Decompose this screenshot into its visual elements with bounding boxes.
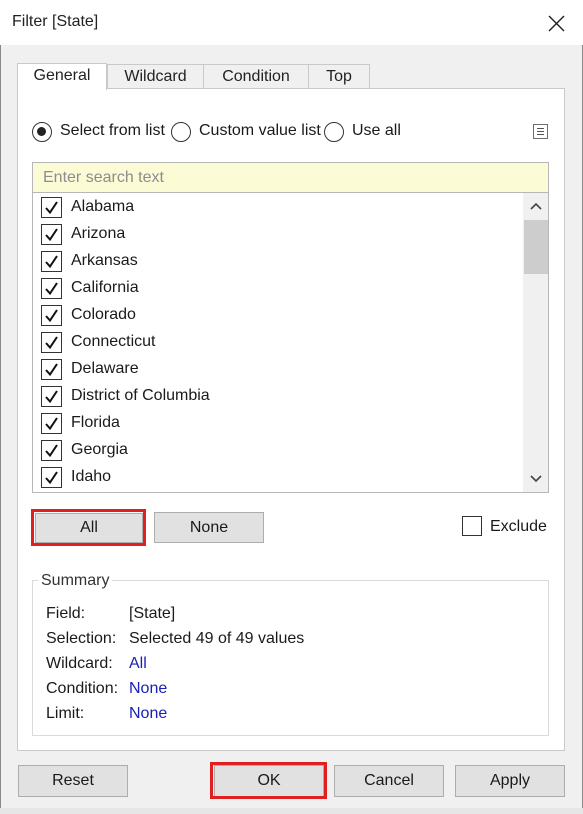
item-checkbox[interactable]	[41, 278, 62, 299]
list-scrollbar[interactable]	[523, 193, 548, 492]
tab-wildcard[interactable]: Wildcard	[107, 64, 204, 89]
checkmark-icon	[45, 336, 58, 350]
list-item[interactable]: California	[33, 275, 521, 302]
radio-use-all[interactable]: Use all	[324, 121, 404, 143]
item-label: California	[71, 279, 139, 296]
summary-selection-value: Selected 49 of 49 values	[129, 630, 305, 647]
checkmark-icon	[45, 390, 58, 404]
radio-select-from-list[interactable]: Select from list	[32, 121, 170, 143]
tab-top[interactable]: Top	[308, 64, 370, 89]
checkmark-icon	[45, 201, 58, 215]
checkmark-icon	[45, 471, 58, 485]
list-item[interactable]: Florida	[33, 410, 521, 437]
summary-field-value: [State]	[129, 605, 176, 622]
checkmark-icon	[45, 255, 58, 269]
item-label: Connecticut	[71, 333, 156, 350]
apply-button[interactable]: Apply	[455, 765, 565, 797]
scroll-up-button[interactable]	[523, 193, 548, 219]
list-item[interactable]: District of Columbia	[33, 383, 521, 410]
scroll-thumb[interactable]	[524, 220, 548, 274]
checkmark-icon	[45, 309, 58, 323]
item-label: Arizona	[71, 225, 126, 242]
summary-title: Summary	[38, 572, 113, 590]
cancel-button[interactable]: Cancel	[334, 765, 444, 797]
state-list: Alabama Arizona Arkansas California Colo…	[32, 193, 549, 493]
radio-label: Use all	[352, 122, 401, 139]
summary-limit-link[interactable]: None	[129, 705, 167, 723]
summary-limit-key: Limit:	[46, 705, 85, 722]
list-item[interactable]: Delaware	[33, 356, 521, 383]
summary-selection-key: Selection:	[46, 630, 117, 647]
close-button[interactable]	[540, 8, 572, 38]
window-title: Filter [State]	[12, 13, 99, 30]
summary-condition-link[interactable]: None	[129, 680, 167, 698]
checkmark-icon	[45, 228, 58, 242]
checkmark-icon	[45, 417, 58, 431]
list-item[interactable]: Arizona	[33, 221, 521, 248]
radio-indicator	[171, 122, 191, 142]
item-label: Arkansas	[71, 252, 138, 269]
search-input[interactable]	[32, 162, 549, 193]
item-checkbox[interactable]	[41, 386, 62, 407]
chevron-down-icon	[530, 475, 542, 483]
all-button[interactable]: All	[35, 513, 143, 543]
radio-selected-indicator	[32, 122, 52, 142]
summary-wildcard-link[interactable]: All	[129, 655, 147, 673]
tab-condition[interactable]: Condition	[203, 64, 309, 89]
chevron-up-icon	[530, 202, 542, 210]
item-label: Georgia	[71, 441, 128, 458]
background-strip	[0, 808, 583, 814]
list-item[interactable]: Alabama	[33, 194, 521, 221]
radio-indicator	[324, 122, 344, 142]
radio-label: Select from list	[60, 122, 165, 139]
checkmark-icon	[45, 444, 58, 458]
exclude-label: Exclude	[490, 518, 547, 535]
summary-wildcard-key: Wildcard:	[46, 655, 113, 672]
item-checkbox[interactable]	[41, 251, 62, 272]
item-label: Idaho	[71, 468, 112, 485]
list-menu-icon[interactable]	[533, 124, 548, 139]
item-label: Alabama	[71, 198, 135, 215]
list-item[interactable]: Georgia	[33, 437, 521, 464]
item-label: Florida	[71, 414, 120, 431]
item-label: District of Columbia	[71, 387, 210, 404]
item-checkbox[interactable]	[41, 224, 62, 245]
summary-condition-key: Condition:	[46, 680, 119, 697]
item-checkbox[interactable]	[41, 413, 62, 434]
none-button[interactable]: None	[154, 512, 264, 543]
close-icon	[548, 15, 565, 32]
item-label: Delaware	[71, 360, 139, 377]
tab-general[interactable]: General	[17, 63, 107, 90]
summary-field-key: Field:	[46, 605, 86, 622]
item-checkbox[interactable]	[41, 467, 62, 488]
title-bar: Filter [State]	[0, 0, 583, 45]
scroll-down-button[interactable]	[523, 466, 548, 492]
item-checkbox[interactable]	[41, 359, 62, 380]
list-item[interactable]: Arkansas	[33, 248, 521, 275]
radio-label: Custom value list	[199, 122, 321, 139]
ok-button[interactable]: OK	[214, 765, 324, 797]
list-item[interactable]: Colorado	[33, 302, 521, 329]
item-checkbox[interactable]	[41, 440, 62, 461]
item-label: Colorado	[71, 306, 136, 323]
reset-button[interactable]: Reset	[18, 765, 128, 797]
radio-custom-value-list[interactable]: Custom value list	[171, 121, 323, 143]
item-checkbox[interactable]	[41, 332, 62, 353]
item-checkbox[interactable]	[41, 197, 62, 218]
checkmark-icon	[45, 282, 58, 296]
list-item[interactable]: Connecticut	[33, 329, 521, 356]
item-checkbox[interactable]	[41, 305, 62, 326]
checkmark-icon	[45, 363, 58, 377]
exclude-checkbox-box[interactable]	[462, 516, 482, 536]
list-item[interactable]: Idaho	[33, 464, 521, 491]
